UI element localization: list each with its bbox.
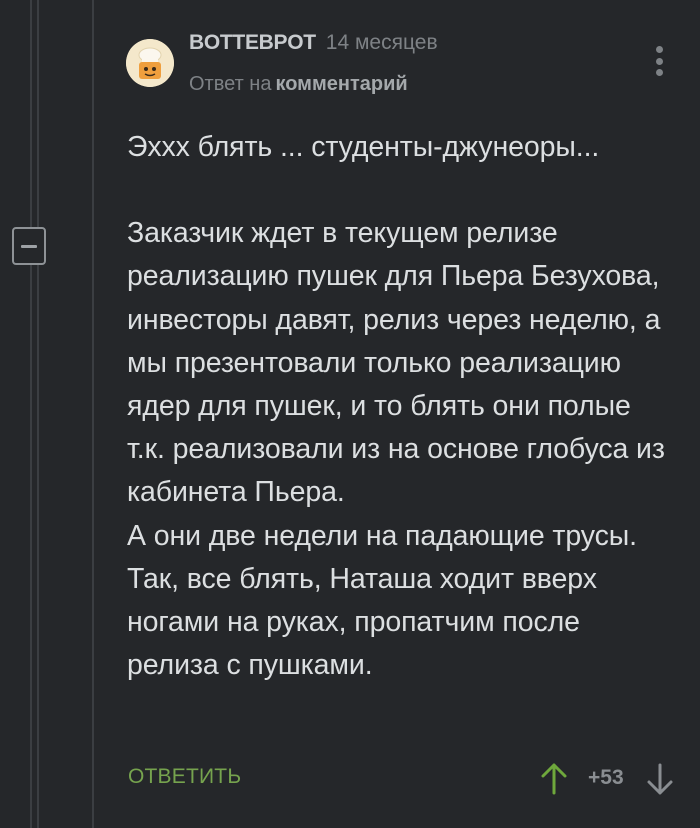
more-options-button[interactable]: [652, 46, 666, 76]
avatar[interactable]: [126, 39, 174, 87]
comment-body: Эххх блять ... студенты-джунеоры... Зака…: [127, 126, 672, 687]
more-vertical-icon: [655, 46, 663, 53]
rating-value: +53: [588, 766, 624, 789]
author-name[interactable]: BOTTEBPOT: [189, 31, 316, 54]
collapse-thread-button[interactable]: [12, 227, 46, 265]
comment-line: Заказчик ждет в текущем релизе реализаци…: [127, 217, 665, 509]
upvote-button[interactable]: [540, 762, 568, 796]
arrow-up-icon: [541, 763, 567, 795]
collapse-minus-icon: [21, 244, 37, 248]
chef-avatar-icon: [126, 39, 174, 87]
arrow-down-icon: [647, 763, 673, 795]
thread-line: [30, 0, 32, 828]
reply-to-line: Ответ на комментарий: [189, 73, 408, 96]
downvote-button[interactable]: [646, 762, 674, 796]
more-vertical-icon: [655, 57, 663, 65]
comment-line: Эххх блять ... студенты-джунеоры...: [127, 131, 600, 163]
parent-comment-link[interactable]: комментарий: [275, 73, 407, 95]
thread-line: [92, 0, 94, 828]
more-vertical-icon: [655, 69, 663, 76]
reply-button[interactable]: ОТВЕТИТЬ: [128, 765, 241, 789]
comment-line: [127, 169, 672, 212]
comment-header: BOTTEBPOT 14 месяцев: [189, 30, 438, 55]
thread-line: [37, 0, 39, 828]
comment-time[interactable]: 14 месяцев: [326, 31, 438, 54]
comment-line: А они две недели на падающие трусы. Так,…: [127, 519, 637, 682]
reply-to-prefix: Ответ на: [189, 73, 272, 95]
